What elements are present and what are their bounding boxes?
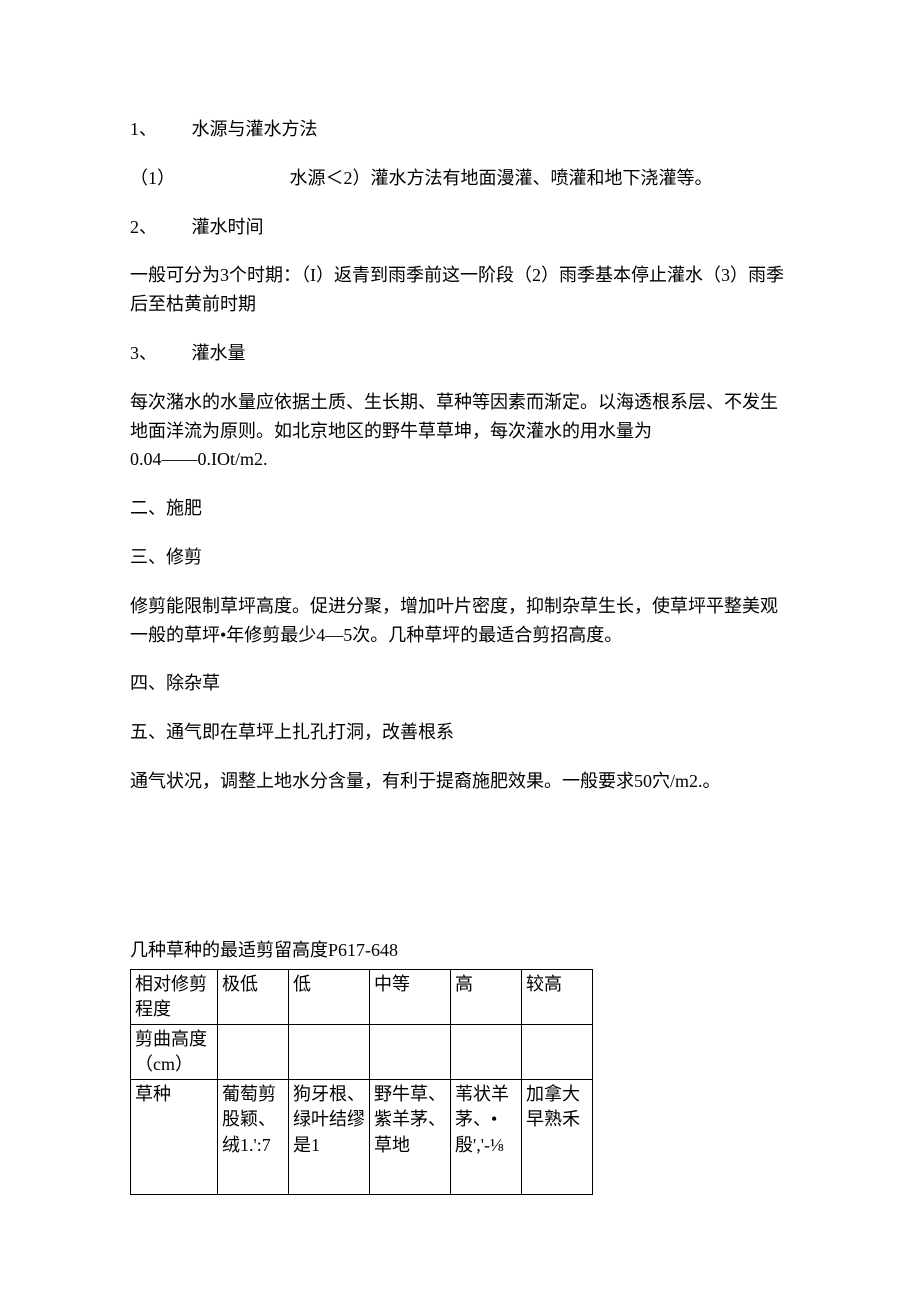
table-cell [370, 1024, 451, 1079]
table-row: 草种 葡萄剪股颖、绒1.':7 狗牙根、绿叶结缪是1 野牛草、紫羊茅、草地 苇状… [131, 1080, 593, 1195]
section-3-body-2: 0.04——0.IOt/m2. [130, 445, 795, 474]
table-cell: 葡萄剪股颖、绒1.':7 [218, 1080, 289, 1195]
table-cell: 相对修剪程度 [131, 969, 218, 1024]
section-1-sub: （1） 水源＜2）灌水方法有地面漫灌、喷灌和地下浇灌等。 [130, 164, 795, 193]
section-2-heading: 2、 灌水时间 [130, 213, 795, 242]
table-row: 剪曲高度（cm） [131, 1024, 593, 1079]
table-row: 相对修剪程度 极低 低 中等 高 较高 [131, 969, 593, 1024]
table-cell: 加拿大早熟禾 [522, 1080, 593, 1195]
section-1-sub-label: （1） [130, 164, 175, 193]
section-3-title: 灌水量 [192, 343, 246, 363]
section-2-title: 灌水时间 [192, 217, 264, 237]
section-4: 二、施肥 [130, 494, 795, 523]
section-1-heading: 1、 水源与灌水方法 [130, 115, 795, 144]
table-cell: 低 [289, 969, 370, 1024]
section-3-body-1: 每次潴水的水量应依据土质、生长期、草种等因素而渐定。以海透根系层、不发生地面洋流… [130, 388, 795, 446]
table-cell [451, 1024, 522, 1079]
table-cell: 苇状羊茅、•殷','-⅛ [451, 1080, 522, 1195]
table-cell: 草种 [131, 1080, 218, 1195]
spacer [130, 816, 795, 936]
table-cell [289, 1024, 370, 1079]
section-2-number: 2、 [130, 213, 157, 242]
section-1-title: 水源与灌水方法 [192, 119, 318, 139]
table-cell: 高 [451, 969, 522, 1024]
section-5: 三、修剪 [130, 543, 795, 572]
section-6: 四、除杂草 [130, 669, 795, 698]
table-caption: 几种草种的最适剪留高度P617-648 [130, 936, 795, 965]
grass-height-table: 相对修剪程度 极低 低 中等 高 较高 剪曲高度（cm） 草种 葡萄剪股颖、绒1… [130, 969, 593, 1196]
section-7-body: 通气状况，调整上地水分含量，有利于提裔施肥效果。一般要求50穴/m2.。 [130, 767, 795, 796]
section-2-body: 一般可分为3个时期：（I）返青到雨季前这一阶段（2）雨季基本停止灌水（3）雨季后… [130, 261, 795, 319]
table-cell: 剪曲高度（cm） [131, 1024, 218, 1079]
table-cell: 较高 [522, 969, 593, 1024]
section-7: 五、通气即在草坪上扎孔打洞，改善根系 [130, 718, 795, 747]
table-cell: 野牛草、紫羊茅、草地 [370, 1080, 451, 1195]
table-cell [522, 1024, 593, 1079]
section-1-sub-text: 水源＜2）灌水方法有地面漫灌、喷灌和地下浇灌等。 [290, 168, 713, 188]
table-cell: 中等 [370, 969, 451, 1024]
section-1-number: 1、 [130, 115, 157, 144]
section-5-body: 修剪能限制草坪高度。促进分聚，增加叶片密度，抑制杂草生长，使草坪平整美观一般的草… [130, 592, 795, 650]
table-cell: 狗牙根、绿叶结缪是1 [289, 1080, 370, 1195]
table-cell: 极低 [218, 969, 289, 1024]
section-3-heading: 3、 灌水量 [130, 339, 795, 368]
document-page: 1、 水源与灌水方法 （1） 水源＜2）灌水方法有地面漫灌、喷灌和地下浇灌等。 … [0, 0, 920, 1301]
table-cell [218, 1024, 289, 1079]
section-3-number: 3、 [130, 339, 157, 368]
